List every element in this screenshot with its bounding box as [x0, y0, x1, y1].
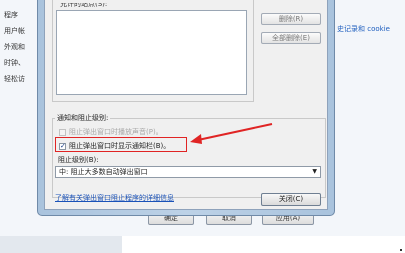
- chevron-down-icon: ▼: [312, 168, 317, 175]
- block-level-select[interactable]: 中: 阻止大多数自动弹出窗口 ▼: [55, 166, 321, 178]
- block-level-value: 中: 阻止大多数自动弹出窗口: [59, 168, 148, 176]
- close-button[interactable]: 关闭(C): [261, 193, 321, 206]
- popup-blocker-help-link[interactable]: 了解有关弹出窗口阻止程序的详细信息: [55, 193, 174, 203]
- block-level-label: 阻止级别(B):: [58, 156, 99, 164]
- annotation-arrow-icon: [190, 123, 273, 144]
